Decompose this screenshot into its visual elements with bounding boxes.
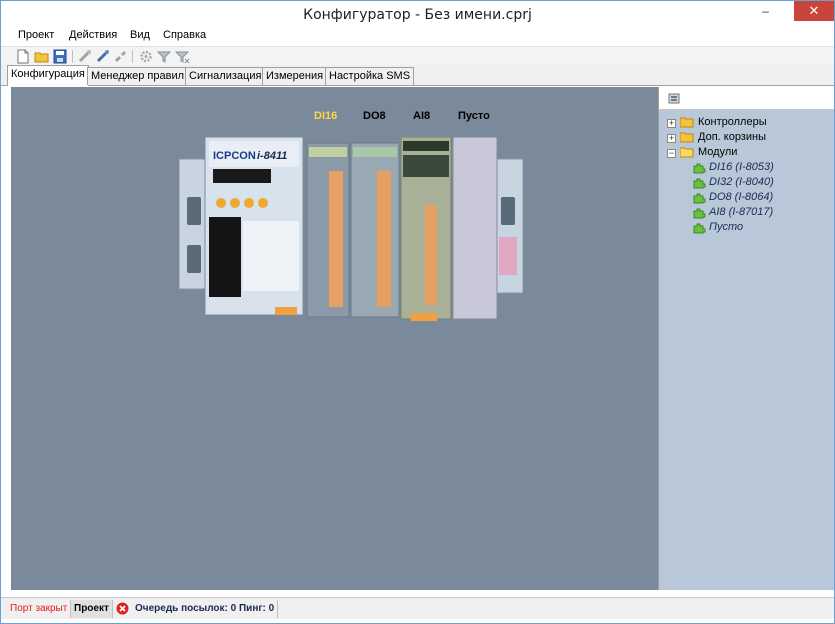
toolbar-separator [72,50,73,63]
module-label: DI16 (I-8053) [709,161,774,173]
close-button[interactable]: ✕ [794,1,834,21]
controller-brand-text: ICPCON [213,150,256,162]
tree-module-di32[interactable]: DI32 (I-8040) [693,176,828,190]
slot-label-do8[interactable]: DO8 [363,110,386,122]
tree-module-do8[interactable]: DO8 (I-8064) [693,191,828,205]
slot-label-di16[interactable]: DI16 [314,110,337,122]
menu-actions[interactable]: Действия [69,29,117,41]
tree-module-ai8[interactable]: AI8 (I-87017) [693,206,828,220]
toolbar [1,46,834,65]
menu-view[interactable]: Вид [130,29,150,41]
module-icon [693,223,706,234]
expand-icon[interactable]: + [667,119,676,128]
slot-label-empty[interactable]: Пусто [458,110,490,122]
tab-alarms[interactable]: Сигнализация [185,67,266,85]
minimize-button[interactable]: – [753,1,778,21]
tab-rule-manager[interactable]: Менеджер правил [87,67,189,85]
tab-measurements[interactable]: Измерения [262,67,328,85]
module-label: DI32 (I-8040) [709,176,774,188]
tree-header [659,87,834,110]
menu-help[interactable]: Справка [163,29,206,41]
error-icon [116,602,129,615]
tree-node-label: Контроллеры [698,116,767,128]
link-icon[interactable] [95,49,111,64]
toolbar-separator [132,50,133,63]
tab-strip: Конфигурация Менеджер правил Сигнализаци… [1,65,834,86]
expand-icon[interactable]: + [667,134,676,143]
folder-icon [680,132,694,143]
tree-node-label: Доп. корзины [698,131,766,143]
disconnect-icon[interactable] [113,49,129,64]
folder-icon [680,117,694,128]
controller-model-text: i-8411 [257,150,287,162]
window-title: Конфигуратор - Без имени.cprj [303,7,532,23]
menu-project[interactable]: Проект [18,29,54,41]
module-icon [693,178,706,189]
tab-sms-settings[interactable]: Настройка SMS [325,67,415,85]
tree-module-di16[interactable]: DI16 (I-8053) [693,161,828,175]
title-bar: Конфигуратор - Без имени.cprj – □ ✕ [1,1,834,29]
device-tree-panel: + Контроллеры + Доп. корзины − Модули DI… [658,87,834,590]
tab-configuration[interactable]: Конфигурация [7,65,89,86]
open-folder-icon[interactable] [34,49,50,64]
tree-module-empty[interactable]: Пусто [693,221,828,235]
save-icon[interactable] [52,49,68,64]
menu-bar: Проект Действия Вид Справка [1,28,834,46]
tree-node-modules[interactable]: − Модули [667,146,827,160]
settings-icon[interactable] [138,49,154,64]
module-icon [693,193,706,204]
filter-clear-icon[interactable] [174,49,190,64]
open-folder-icon [680,147,694,158]
collapse-icon[interactable]: − [667,149,676,158]
tree-node-controllers[interactable]: + Контроллеры [667,116,827,130]
slot-label-ai8[interactable]: AI8 [413,110,430,122]
controller-rack[interactable]: ICPCON i-8411 [179,137,523,323]
add-device-icon[interactable] [668,92,682,105]
app-window: Конфигуратор - Без имени.cprj – □ ✕ Прое… [0,0,835,624]
filter-icon[interactable] [156,49,172,64]
module-icon [693,163,706,174]
queue-status: Очередь посылок: 0 Пинг: 0 [132,600,279,618]
module-label: DO8 (I-8064) [709,191,774,203]
tree-node-label: Модули [698,146,738,158]
module-label: AI8 (I-87017) [709,206,774,218]
connect-icon[interactable] [77,49,93,64]
configuration-canvas: DI16 DO8 AI8 Пусто ICPCON i-8411 [11,87,658,590]
port-status: Порт закрыт [7,600,72,618]
new-file-icon[interactable] [15,49,31,64]
tree-node-extra-racks[interactable]: + Доп. корзины [667,131,827,145]
status-bar: Порт закрыт Проект Очередь посылок: 0 Пи… [1,597,834,619]
module-icon [693,208,706,219]
module-label: Пусто [709,221,744,233]
device-tree: + Контроллеры + Доп. корзины − Модули DI… [659,110,834,590]
project-status[interactable]: Проект [71,600,113,618]
